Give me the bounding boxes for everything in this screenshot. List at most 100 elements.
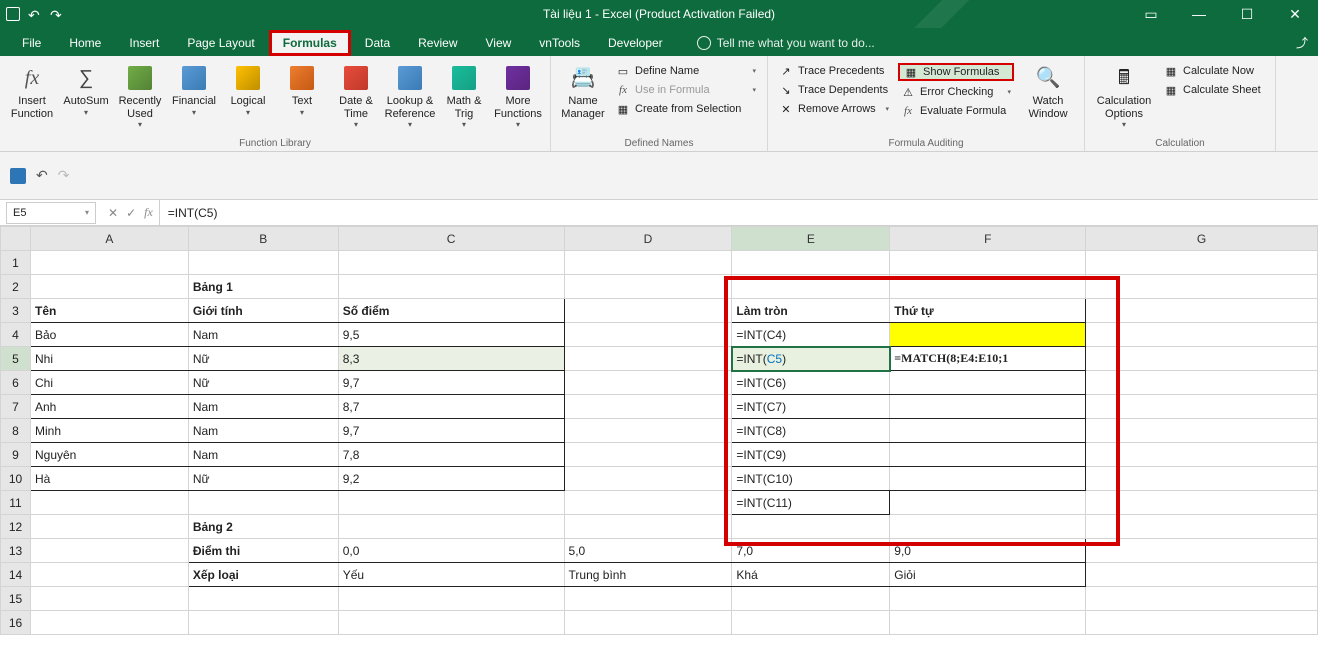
cell[interactable]	[30, 515, 188, 539]
select-all-corner[interactable]	[1, 227, 31, 251]
cell[interactable]	[890, 611, 1086, 635]
cell[interactable]: Yếu	[338, 563, 564, 587]
col-header-G[interactable]: G	[1086, 227, 1318, 251]
row-header[interactable]: 9	[1, 443, 31, 467]
cell[interactable]	[890, 323, 1086, 347]
cell[interactable]	[338, 515, 564, 539]
cell[interactable]	[338, 275, 564, 299]
cell[interactable]	[890, 251, 1086, 275]
more-functions-button[interactable]: More Functions▾	[492, 60, 544, 136]
cell[interactable]: =INT(C11)	[732, 491, 890, 515]
row-header[interactable]: 5	[1, 347, 31, 371]
cell[interactable]: =INT(C6)	[732, 371, 890, 395]
row-header[interactable]: 13	[1, 539, 31, 563]
watch-window-button[interactable]: 🔍Watch Window	[1018, 60, 1078, 136]
cell[interactable]: 8,3	[338, 347, 564, 371]
lookup-button[interactable]: Lookup & Reference▾	[384, 60, 436, 136]
cell[interactable]	[564, 515, 732, 539]
cell[interactable]	[732, 587, 890, 611]
cell[interactable]: Điểm thi	[188, 539, 338, 563]
show-formulas-button[interactable]: ▦Show Formulas	[898, 63, 1014, 81]
ribbon-options-icon[interactable]: ▭	[1128, 0, 1174, 28]
cell[interactable]	[732, 515, 890, 539]
cell[interactable]: Nữ	[188, 371, 338, 395]
cell[interactable]: Nam	[188, 443, 338, 467]
cell[interactable]	[1086, 347, 1318, 371]
cell[interactable]	[1086, 491, 1318, 515]
date-time-button[interactable]: Date & Time▾	[330, 60, 382, 136]
cell[interactable]: Nữ	[188, 467, 338, 491]
cell[interactable]: Bảng 2	[188, 515, 338, 539]
calculation-options-button[interactable]: 🖩Calculation Options▾	[1091, 60, 1157, 136]
name-box[interactable]: E5▾	[6, 202, 96, 224]
cell[interactable]: 5,0	[564, 539, 732, 563]
cell[interactable]	[1086, 299, 1318, 323]
cell[interactable]	[1086, 443, 1318, 467]
insert-function-button[interactable]: fxInsert Function	[6, 60, 58, 136]
cell[interactable]	[1086, 419, 1318, 443]
cell[interactable]	[188, 251, 338, 275]
cell[interactable]	[1086, 563, 1318, 587]
cell[interactable]	[1086, 395, 1318, 419]
cell[interactable]: =INT(C9)	[732, 443, 890, 467]
cell[interactable]	[732, 611, 890, 635]
evaluate-formula-button[interactable]: fxEvaluate Formula	[898, 103, 1014, 119]
cell[interactable]	[30, 491, 188, 515]
cell[interactable]: Khá	[732, 563, 890, 587]
row-header[interactable]: 3	[1, 299, 31, 323]
autosum-button[interactable]: ∑AutoSum▾	[60, 60, 112, 136]
math-trig-button[interactable]: Math & Trig▾	[438, 60, 490, 136]
cell[interactable]	[30, 539, 188, 563]
row-header[interactable]: 11	[1, 491, 31, 515]
recently-used-button[interactable]: Recently Used▾	[114, 60, 166, 136]
tab-view[interactable]: View	[472, 30, 526, 56]
cell[interactable]: Nữ	[188, 347, 338, 371]
cell[interactable]	[30, 251, 188, 275]
define-name-button[interactable]: ▭Define Name▾	[613, 63, 759, 79]
cell[interactable]	[890, 371, 1086, 395]
cell[interactable]	[1086, 371, 1318, 395]
cell[interactable]	[1086, 515, 1318, 539]
cell[interactable]: Hà	[30, 467, 188, 491]
cell[interactable]	[30, 587, 188, 611]
cell[interactable]: Bảng 1	[188, 275, 338, 299]
cell[interactable]	[1086, 323, 1318, 347]
cell[interactable]: 9,5	[338, 323, 564, 347]
cell[interactable]: 9,0	[890, 539, 1086, 563]
cell[interactable]: Giỏi	[890, 563, 1086, 587]
cell[interactable]	[188, 587, 338, 611]
cell[interactable]	[564, 587, 732, 611]
qab-undo-icon[interactable]: ↶	[36, 167, 48, 184]
cell[interactable]	[338, 611, 564, 635]
row-header[interactable]: 12	[1, 515, 31, 539]
cell[interactable]	[564, 251, 732, 275]
cell[interactable]	[890, 443, 1086, 467]
tab-vntools[interactable]: vnTools	[525, 30, 594, 56]
row-header[interactable]: 10	[1, 467, 31, 491]
close-button[interactable]: ✕	[1272, 0, 1318, 28]
trace-dependents-button[interactable]: ↘Trace Dependents	[776, 82, 892, 98]
minimize-button[interactable]: ―	[1176, 0, 1222, 28]
cell[interactable]	[30, 275, 188, 299]
cell-selected[interactable]: =INT(C5)	[732, 347, 890, 371]
formula-input[interactable]: =INT(C5)	[160, 200, 1318, 225]
cell[interactable]	[890, 395, 1086, 419]
cell[interactable]	[564, 491, 732, 515]
cell[interactable]	[564, 275, 732, 299]
remove-arrows-button[interactable]: ✕Remove Arrows▾	[776, 101, 892, 117]
row-header[interactable]: 2	[1, 275, 31, 299]
cell[interactable]	[890, 467, 1086, 491]
cell[interactable]: Số điểm	[338, 299, 564, 323]
cell[interactable]	[732, 275, 890, 299]
cell[interactable]	[1086, 251, 1318, 275]
cell[interactable]	[1086, 611, 1318, 635]
cell[interactable]	[564, 443, 732, 467]
cell[interactable]: Minh	[30, 419, 188, 443]
financial-button[interactable]: Financial▾	[168, 60, 220, 136]
cell[interactable]	[564, 611, 732, 635]
calculate-now-button[interactable]: ▦Calculate Now	[1161, 63, 1267, 79]
cell[interactable]: 8,7	[338, 395, 564, 419]
cell[interactable]: Trung bình	[564, 563, 732, 587]
cell[interactable]: 0,0	[338, 539, 564, 563]
qab-save-icon[interactable]	[10, 168, 26, 184]
